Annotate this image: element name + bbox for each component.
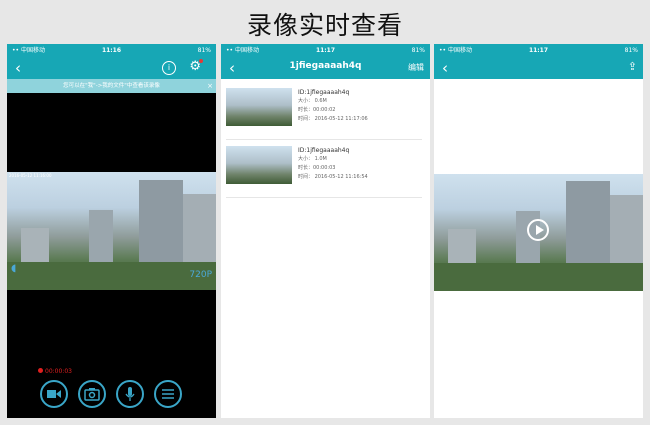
microphone-icon (125, 387, 135, 401)
page-title: 录像实时查看 (246, 11, 403, 40)
record-dot-icon (38, 368, 43, 373)
live-video[interactable]: 2016-05-12 11:16:00 ◖ 720P (7, 172, 216, 290)
status-bar: •• 中国移动 11:17 81% (221, 44, 430, 57)
recording-time: 00:00:03 (45, 368, 72, 375)
back-icon[interactable]: ‹ (15, 59, 21, 77)
recording-id: ID:1jfiegaaaah4q (298, 147, 350, 154)
recording-size: 大小： 1.0M (298, 156, 327, 162)
menu-button[interactable] (154, 380, 182, 408)
talk-button[interactable] (116, 380, 144, 408)
recording-time: 时间： 2016-05-12 11:16:54 (298, 174, 368, 180)
menu-icon (162, 389, 174, 399)
hint-text: 您可以在"我"->我的文件"中查看该录像 (63, 83, 160, 89)
live-view-screen: •• 中国移动 11:16 81% ‹ i ⚙ 您可以在"我"->我的文件"中查… (7, 44, 216, 418)
recording-size: 大小： 0.6M (298, 98, 327, 104)
video-timestamp: 2016-05-12 11:16:00 (9, 173, 52, 178)
clock-label: 11:17 (528, 47, 549, 54)
list-item[interactable]: ID:1jfiegaaaah4q 大小： 0.6M 时长：00:00:02 时间… (226, 82, 422, 140)
share-icon[interactable]: ⇪ (628, 60, 637, 73)
recording-thumbnail (226, 146, 292, 184)
battery-label: 81% (411, 47, 425, 54)
notification-dot (199, 59, 203, 63)
snapshot-button[interactable] (78, 380, 106, 408)
playback-screen: •• 中国移动 11:17 81% ‹ ⇪ (434, 44, 643, 418)
record-video-button[interactable] (40, 380, 68, 408)
hint-banner: 您可以在"我"->我的文件"中查看该录像 × (7, 79, 216, 93)
recording-time: 时间： 2016-05-12 11:17:06 (298, 116, 368, 122)
device-title: 1jfiegaaaah4q (289, 61, 362, 71)
status-bar: •• 中国移动 11:17 81% (434, 44, 643, 57)
info-icon[interactable]: i (162, 61, 176, 75)
speaker-icon[interactable]: ◖ (11, 263, 16, 274)
camera-icon (84, 388, 100, 401)
recording-meta: ID:1jfiegaaaah4q 大小： 0.6M 时长：00:00:02 时间… (298, 88, 368, 124)
recording-id: ID:1jfiegaaaah4q (298, 89, 350, 96)
battery-label: 81% (624, 47, 638, 54)
list-item[interactable]: ID:1jfiegaaaah4q 大小： 1.0M 时长：00:00:03 时间… (226, 140, 422, 198)
play-icon[interactable] (527, 219, 549, 241)
back-icon[interactable]: ‹ (442, 59, 448, 77)
recording-thumbnail (226, 88, 292, 126)
recording-duration: 时长：00:00:02 (298, 107, 336, 113)
recording-indicator: 00:00:03 (38, 368, 72, 375)
recording-meta: ID:1jfiegaaaah4q 大小： 1.0M 时长：00:00:03 时间… (298, 146, 368, 182)
nav-bar: ‹ ⇪ (434, 57, 643, 79)
resolution-toggle[interactable]: 720P (189, 270, 212, 280)
recording-duration: 时长：00:00:03 (298, 165, 336, 171)
nav-bar: ‹ i ⚙ (7, 57, 216, 79)
clock-label: 11:17 (315, 47, 336, 54)
clock-label: 11:16 (101, 47, 122, 54)
close-icon[interactable]: × (207, 79, 213, 93)
status-bar: •• 中国移动 11:16 81% (7, 44, 216, 57)
nav-bar: ‹ 1jfiegaaaah4q 编辑 (221, 57, 430, 79)
edit-button[interactable]: 编辑 (408, 62, 424, 73)
video-camera-icon (47, 390, 61, 398)
recordings-list-screen: •• 中国移动 11:17 81% ‹ 1jfiegaaaah4q 编辑 ID:… (221, 44, 430, 418)
battery-label: 81% (197, 47, 211, 54)
